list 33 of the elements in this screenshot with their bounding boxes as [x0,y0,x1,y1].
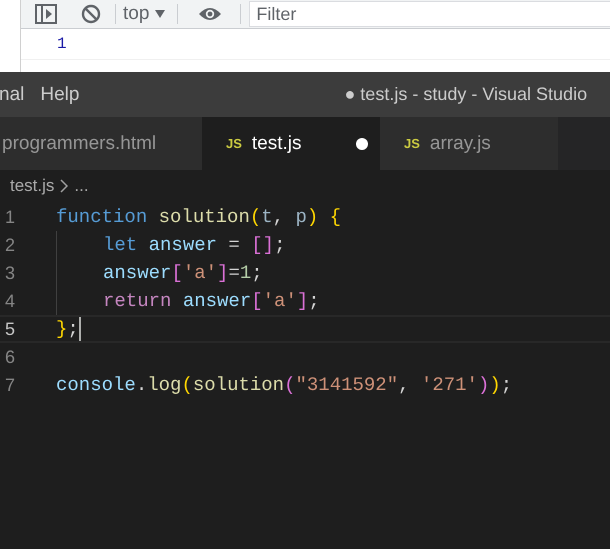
editor-tab[interactable]: JS array.js [380,117,558,170]
context-dropdown[interactable]: top [116,3,178,25]
menu-item[interactable]: Help [40,84,80,106]
caret-icon[interactable] [155,10,166,18]
js-file-icon: JS [404,136,420,151]
unsaved-dot-icon [356,138,368,150]
console-output: 1 [57,35,67,53]
menu-item[interactable]: nal [0,84,24,106]
sidebar-toggle-icon[interactable] [35,4,57,24]
eye-icon[interactable] [198,6,222,22]
line-number: 3 [4,262,16,284]
line-number: 5 [4,318,16,340]
breadcrumb-item[interactable]: test.js [10,176,54,196]
line-number: 7 [4,374,16,396]
editor-tab[interactable]: JS test.js [202,117,380,170]
js-file-icon: JS [226,136,242,151]
code-line: function solution(t, p) { [56,206,342,228]
chevron-icon[interactable] [60,179,68,193]
code-line: let answer = []; [103,234,286,256]
code-line: }; [56,318,79,340]
code-line: console.log(solution("3141592", '271')); [56,374,512,396]
code-line: answer['a']=1; [103,262,263,284]
line-number: 1 [4,206,16,228]
filter-field[interactable]: Filter [249,1,610,27]
block-icon[interactable] [81,4,101,24]
line-number: 2 [4,234,16,256]
line-number: 4 [4,290,16,312]
code-line: return answer['a']; [103,290,320,312]
editor-tab[interactable]: programmers.html [0,117,202,170]
breadcrumb-item[interactable]: ... [74,176,89,196]
line-number: 6 [4,346,16,368]
text-cursor [78,317,81,341]
window-title: ● test.js - study - Visual Studio [344,84,588,105]
